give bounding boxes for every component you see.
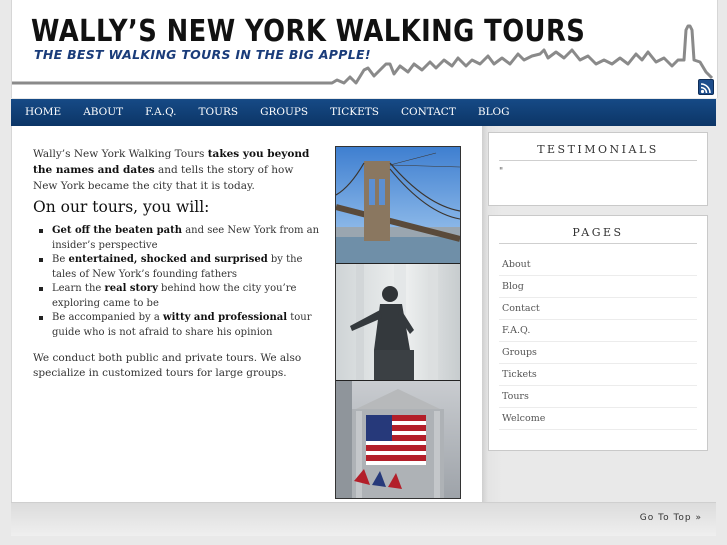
page: WALLY’S NEW YORK WALKING TOURS THE BEST …: [0, 0, 727, 545]
feature-highlight: entertained, shocked and surprised: [68, 254, 268, 265]
main-nav: HOME ABOUT F.A.Q. TOURS GROUPS TICKETS C…: [11, 99, 716, 127]
site-header: WALLY’S NEW YORK WALKING TOURS THE BEST …: [11, 0, 718, 98]
nav-tours[interactable]: TOURS: [188, 99, 250, 126]
go-to-top-link[interactable]: Go To Top »: [640, 513, 702, 523]
nav-about[interactable]: ABOUT: [72, 99, 134, 126]
washington-statue-photo: [336, 264, 460, 380]
pages-list: About Blog Contact F.A.Q. Groups Tickets…: [499, 254, 697, 430]
pages-title: PAGES: [499, 216, 697, 244]
feature-highlight: Get off the beaten path: [52, 225, 183, 236]
page-link-contact[interactable]: Contact: [499, 298, 697, 320]
rss-icon[interactable]: [698, 79, 714, 95]
feature-highlight: real story: [104, 283, 158, 294]
testimonials-widget: TESTIMONIALS ": [488, 132, 708, 206]
nav-contact[interactable]: CONTACT: [390, 99, 467, 126]
page-link-blog[interactable]: Blog: [499, 276, 697, 298]
list-item: Be accompanied by a witty and profession…: [33, 311, 323, 340]
feature-pre: Be accompanied by a: [52, 312, 163, 323]
page-link-tickets[interactable]: Tickets: [499, 364, 697, 386]
list-item: Be entertained, shocked and surprised by…: [33, 253, 323, 282]
nav-tickets[interactable]: TICKETS: [319, 99, 390, 126]
nav-blog[interactable]: BLOG: [467, 99, 521, 126]
feature-highlight: witty and professional: [162, 312, 288, 323]
nav-groups[interactable]: GROUPS: [249, 99, 319, 126]
feature-pre: Learn the: [52, 283, 105, 294]
intro-paragraph: Wally’s New York Walking Tours takes you…: [33, 146, 318, 194]
testimonials-title: TESTIMONIALS: [499, 133, 697, 161]
testimonial-text: ": [499, 167, 504, 177]
nav-faq[interactable]: F.A.Q.: [134, 99, 187, 126]
tours-heading: On our tours, you will:: [33, 198, 210, 216]
brooklyn-bridge-photo: [336, 147, 460, 263]
page-link-faq[interactable]: F.A.Q.: [499, 320, 697, 342]
nav-home[interactable]: HOME: [14, 99, 72, 126]
feature-pre: Be: [52, 254, 69, 265]
outro-paragraph: We conduct both public and private tours…: [33, 352, 302, 379]
pages-widget: PAGES About Blog Contact F.A.Q. Groups T…: [488, 215, 708, 451]
page-link-groups[interactable]: Groups: [499, 342, 697, 364]
feature-list: Get off the beaten path and see New York…: [33, 224, 323, 340]
list-item: Learn the real story behind how the city…: [33, 282, 323, 311]
page-link-welcome[interactable]: Welcome: [499, 408, 697, 430]
list-item: Get off the beaten path and see New York…: [33, 224, 323, 253]
page-link-tours[interactable]: Tours: [499, 386, 697, 408]
main-content: Wally’s New York Walking Tours takes you…: [11, 126, 482, 502]
site-title[interactable]: WALLY’S NEW YORK WALKING TOURS: [31, 14, 585, 49]
site-footer: Go To Top »: [11, 502, 716, 536]
site-tagline: THE BEST WALKING TOURS IN THE BIG APPLE!: [34, 47, 371, 62]
sidebar: TESTIMONIALS " PAGES About Blog Contact …: [482, 126, 716, 502]
intro-text-start: Wally’s New York Walking Tours: [33, 148, 208, 160]
photo-strip: [335, 146, 461, 499]
stock-exchange-photo: [336, 381, 460, 498]
page-link-about[interactable]: About: [499, 254, 697, 276]
